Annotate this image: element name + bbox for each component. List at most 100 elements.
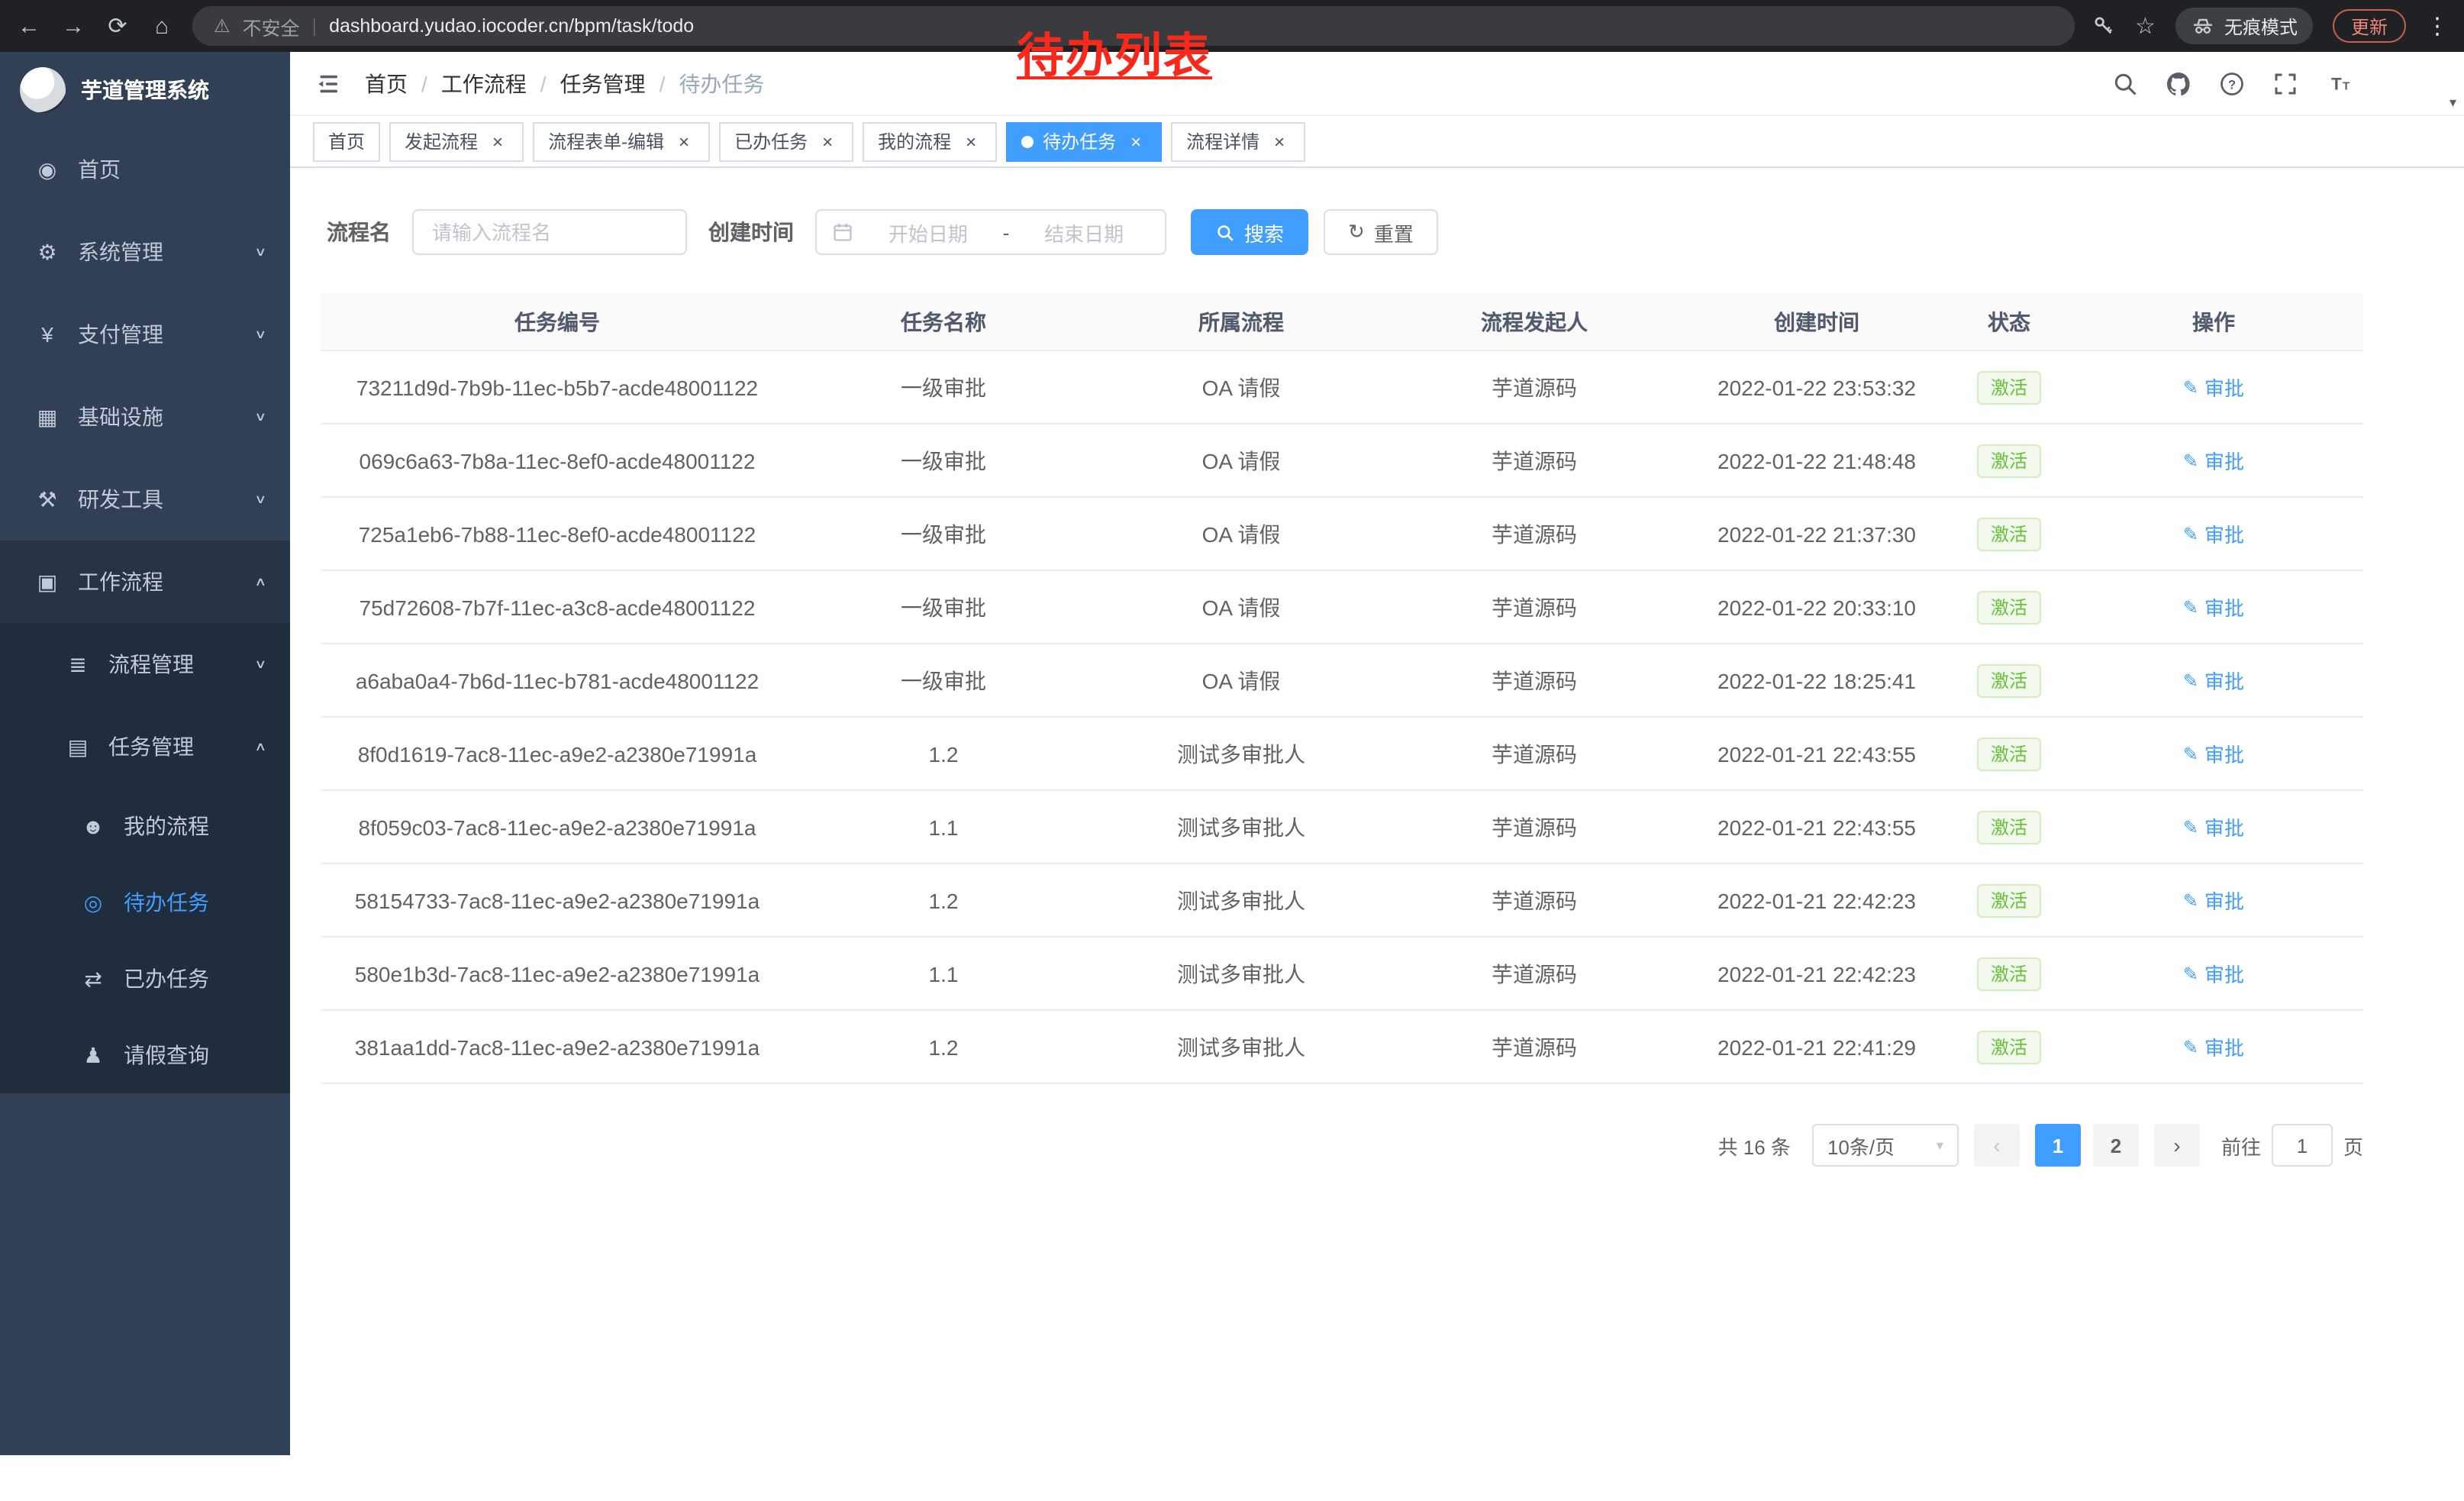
tab-close-icon[interactable]: × xyxy=(1269,131,1290,152)
update-button[interactable]: 更新 xyxy=(2333,9,2406,43)
sidebar-item-infrastructure[interactable]: ▦ 基础设施 ∨ xyxy=(0,376,290,458)
approve-link[interactable]: ✎ 审批 xyxy=(2183,519,2244,548)
initiator-cell: 芋道源码 xyxy=(1389,498,1679,570)
date-separator: - xyxy=(1003,221,1010,244)
goto-page-input[interactable] xyxy=(2272,1124,2333,1167)
table-row: 069c6a63-7b8a-11ec-8ef0-acde48001122 一级审… xyxy=(321,424,2363,498)
github-icon[interactable] xyxy=(2165,69,2192,97)
breadcrumb-item[interactable]: 工作流程 xyxy=(441,68,527,98)
goto-label: 前往 xyxy=(2221,1131,2261,1160)
tab-close-icon[interactable]: × xyxy=(673,131,695,152)
initiator-cell: 芋道源码 xyxy=(1389,351,1679,423)
password-key-icon[interactable] xyxy=(2091,14,2115,38)
approve-link[interactable]: ✎ 审批 xyxy=(2183,886,2244,915)
action-label: 审批 xyxy=(2204,1032,2244,1061)
table-row: 725a1eb6-7b88-11ec-8ef0-acde48001122 一级审… xyxy=(321,498,2363,571)
browser-menu-icon[interactable]: ⋮ xyxy=(2426,12,2449,40)
status-tag: 激活 xyxy=(1977,810,2041,844)
tab-done-tasks[interactable]: 已办任务 × xyxy=(719,121,853,161)
tab-label: 流程表单-编辑 xyxy=(548,128,664,154)
reset-button[interactable]: ↻ 重置 xyxy=(1324,209,1438,255)
tab-close-icon[interactable]: × xyxy=(960,131,982,152)
task-name-cell: 1.2 xyxy=(794,718,1093,789)
fullscreen-icon[interactable] xyxy=(2272,69,2299,97)
app-logo-row[interactable]: 芋道管理系统 xyxy=(0,52,290,128)
approve-link[interactable]: ✎ 审批 xyxy=(2183,812,2244,841)
next-page-button[interactable]: › xyxy=(2154,1124,2200,1167)
reload-button[interactable]: ⟳ xyxy=(104,12,131,40)
approve-link[interactable]: ✎ 审批 xyxy=(2183,666,2244,695)
sidebar-item-label: 研发工具 xyxy=(78,484,163,515)
sidebar-item-my-process[interactable]: ☻ 我的流程 xyxy=(0,788,290,864)
task-id-cell: 725a1eb6-7b88-11ec-8ef0-acde48001122 xyxy=(321,498,794,570)
tab-label: 首页 xyxy=(328,128,365,154)
app-logo-image xyxy=(20,67,66,113)
breadcrumb-item[interactable]: 首页 xyxy=(365,68,408,98)
approve-link[interactable]: ✎ 审批 xyxy=(2183,959,2244,988)
tab-close-icon[interactable]: × xyxy=(1125,131,1147,152)
security-label: 不安全 xyxy=(243,11,300,40)
process-cell: 测试多审批人 xyxy=(1093,791,1389,863)
bookmark-star-icon[interactable]: ☆ xyxy=(2135,12,2156,40)
sidebar-item-done-tasks[interactable]: ⇄ 已办任务 xyxy=(0,941,290,1017)
sidebar-item-label: 任务管理 xyxy=(108,731,194,762)
created-cell: 2022-01-22 21:48:48 xyxy=(1679,424,1954,496)
page-size-select[interactable]: 10条/页 ▾ xyxy=(1812,1124,1959,1167)
task-id-cell: 73211d9d-7b9b-11ec-b5b7-acde48001122 xyxy=(321,351,794,423)
tab-form-edit[interactable]: 流程表单-编辑 × xyxy=(533,121,710,161)
tab-close-icon[interactable]: × xyxy=(817,131,838,152)
prev-page-button[interactable]: ‹ xyxy=(1974,1124,2020,1167)
sidebar-item-system-mgmt[interactable]: ⚙ 系统管理 ∨ xyxy=(0,211,290,293)
forward-button[interactable]: → xyxy=(60,13,87,39)
tab-process-detail[interactable]: 流程详情 × xyxy=(1171,121,1305,161)
breadcrumb-item[interactable]: 任务管理 xyxy=(560,68,646,98)
font-size-icon[interactable]: T T xyxy=(2325,69,2356,97)
help-icon[interactable]: ? xyxy=(2218,69,2246,97)
action-cell: ✎ 审批 xyxy=(2064,864,2363,936)
task-name-cell: 一级审批 xyxy=(794,644,1093,716)
sidebar-item-payment-mgmt[interactable]: ¥ 支付管理 ∨ xyxy=(0,293,290,376)
search-icon[interactable] xyxy=(2111,69,2139,97)
page-button-2[interactable]: 2 xyxy=(2093,1124,2139,1167)
process-cell: 测试多审批人 xyxy=(1093,938,1389,1009)
calendar-icon xyxy=(832,221,853,243)
home-button[interactable]: ⌂ xyxy=(148,13,176,39)
sidebar-item-label: 我的流程 xyxy=(124,811,209,841)
back-button[interactable]: ← xyxy=(15,13,43,39)
task-icon: ▤ xyxy=(61,734,95,760)
tab-home[interactable]: 首页 xyxy=(313,121,380,161)
status-tag: 激活 xyxy=(1977,663,2041,697)
sidebar-item-dev-tools[interactable]: ⚒ 研发工具 ∨ xyxy=(0,458,290,541)
sidebar-item-process-mgmt[interactable]: ≣ 流程管理 ∨ xyxy=(0,623,290,705)
approve-link[interactable]: ✎ 审批 xyxy=(2183,739,2244,768)
date-range-picker[interactable]: 开始日期 - 结束日期 xyxy=(815,209,1166,255)
sidebar-item-workflow[interactable]: ▣ 工作流程 ∧ xyxy=(0,541,290,623)
action-label: 审批 xyxy=(2204,373,2244,402)
sidebar-collapse-icon[interactable] xyxy=(314,69,342,97)
goto-unit: 页 xyxy=(2343,1131,2363,1160)
tab-close-icon[interactable]: × xyxy=(487,131,508,152)
page-button-1[interactable]: 1 xyxy=(2035,1124,2081,1167)
sidebar-item-label: 支付管理 xyxy=(78,319,163,350)
sidebar-item-task-mgmt[interactable]: ▤ 任务管理 ∧ xyxy=(0,705,290,788)
approve-link[interactable]: ✎ 审批 xyxy=(2183,1032,2244,1061)
user-avatar[interactable]: ▾ xyxy=(2385,60,2440,106)
tab-start-process[interactable]: 发起流程 × xyxy=(389,121,524,161)
tab-my-process[interactable]: 我的流程 × xyxy=(863,121,997,161)
approve-link[interactable]: ✎ 审批 xyxy=(2183,373,2244,402)
breadcrumb-separator: / xyxy=(421,71,427,95)
task-name-cell: 1.2 xyxy=(794,1011,1093,1083)
sidebar-item-leave-query[interactable]: ♟ 请假查询 xyxy=(0,1017,290,1093)
approve-link[interactable]: ✎ 审批 xyxy=(2183,446,2244,475)
sidebar-item-home[interactable]: ◉ 首页 xyxy=(0,128,290,211)
breadcrumb: 首页/工作流程/任务管理/待办任务 xyxy=(365,68,764,98)
action-label: 审批 xyxy=(2204,812,2244,841)
sidebar-item-todo-tasks[interactable]: ◎ 待办任务 xyxy=(0,864,290,941)
approve-link[interactable]: ✎ 审批 xyxy=(2183,592,2244,621)
sidebar-item-label: 首页 xyxy=(78,154,121,185)
edit-icon: ✎ xyxy=(2183,596,2198,618)
tab-todo-tasks[interactable]: 待办任务 × xyxy=(1006,121,1162,161)
action-label: 审批 xyxy=(2204,666,2244,695)
process-name-input[interactable] xyxy=(412,209,687,255)
search-button[interactable]: 搜索 xyxy=(1191,209,1308,255)
